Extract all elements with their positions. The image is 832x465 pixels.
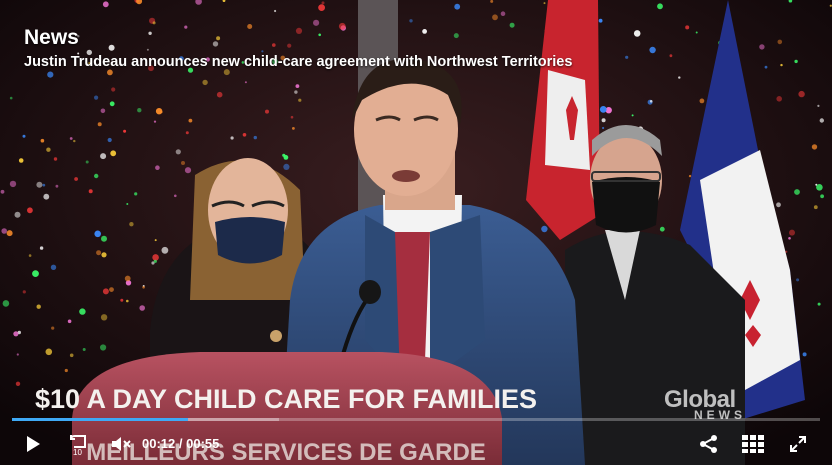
title-overlay: News Justin Trudeau announces new child-…	[24, 26, 572, 70]
replay-10-button[interactable]: 10	[64, 431, 92, 457]
mute-button[interactable]	[108, 432, 134, 456]
duration: 00:55	[186, 436, 220, 451]
fullscreen-icon	[790, 436, 806, 452]
progress-bar[interactable]	[12, 418, 820, 421]
svg-text:10: 10	[73, 448, 82, 456]
related-videos-button[interactable]	[739, 432, 767, 456]
video-player[interactable]: $10 A DAY CHILD CARE FOR FAMILIES MEILLE…	[0, 0, 832, 465]
share-icon	[700, 435, 717, 453]
play-icon	[27, 436, 40, 452]
play-button[interactable]	[18, 432, 48, 456]
time-display: 00:12 / 00:55	[142, 436, 219, 451]
podium-line-1: $10 A DAY CHILD CARE FOR FAMILIES	[35, 384, 537, 414]
current-time: 00:12	[142, 436, 176, 451]
share-button[interactable]	[696, 432, 722, 456]
mute-icon	[112, 437, 131, 451]
fullscreen-button[interactable]	[785, 432, 811, 456]
played-bar	[12, 418, 189, 421]
control-bar: 10 00:12 / 00:55	[0, 422, 832, 465]
channel-title: News	[24, 26, 79, 49]
grid-icon	[742, 435, 764, 453]
video-headline: Justin Trudeau announces new child-care …	[24, 54, 573, 70]
replay-10-icon: 10	[70, 435, 86, 456]
broadcaster-watermark: Global NEWS	[664, 386, 746, 422]
